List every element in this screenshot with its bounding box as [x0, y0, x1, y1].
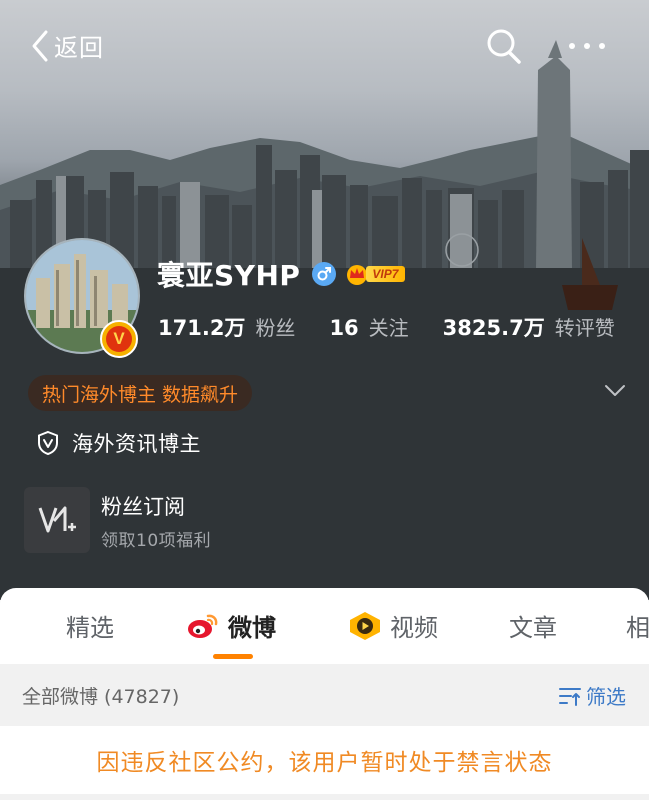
chevron-down-icon[interactable]: [604, 384, 626, 398]
vip-level: VIP7: [366, 266, 406, 282]
v-plus-icon: [38, 506, 76, 533]
stat-label: 转评赞: [554, 316, 615, 340]
shield-icon: [38, 430, 58, 456]
subscription-title[interactable]: 粉丝订阅: [101, 491, 185, 521]
tab-photos[interactable]: 相: [626, 608, 649, 643]
tab-label: 文章: [509, 614, 557, 642]
verified-badge-letter: V: [106, 326, 132, 352]
back-label: 返回: [54, 34, 104, 62]
back-button[interactable]: 返回: [30, 28, 104, 63]
vip-badge[interactable]: VIP7: [346, 263, 406, 285]
profile-stats: 171.2万 粉丝 16 关注 3825.7万 转评赞: [158, 312, 649, 342]
tab-video[interactable]: 视频: [348, 608, 438, 643]
tab-label: 精选: [66, 614, 114, 642]
hot-blogger-tag[interactable]: 热门海外博主 数据飙升: [28, 375, 253, 411]
tab-articles[interactable]: 文章: [509, 608, 557, 643]
stat-value: 171.2万: [158, 316, 246, 340]
tab-label: 微博: [228, 614, 276, 642]
verification-row[interactable]: 海外资讯博主: [36, 428, 201, 458]
more-icon[interactable]: [568, 36, 608, 56]
user-name: 寰亚SYHP: [157, 259, 301, 292]
feed-filter-bar: 全部微博 (47827) 筛选: [0, 664, 649, 726]
filter-icon: [559, 687, 581, 706]
tab-label: 相: [626, 614, 649, 642]
stat-label: 关注: [368, 316, 409, 340]
stat-interactions[interactable]: 3825.7万 转评赞: [443, 312, 615, 342]
fan-subscription-button[interactable]: [24, 487, 90, 553]
weibo-icon: [188, 614, 218, 638]
male-icon: [312, 262, 337, 286]
stat-label: 粉丝: [255, 316, 296, 340]
tab-featured[interactable]: 精选: [66, 608, 114, 643]
crown-icon: [347, 265, 368, 285]
subscription-description: 领取10项福利: [101, 531, 212, 551]
stat-value: 3825.7万: [442, 316, 545, 340]
search-icon[interactable]: [486, 28, 522, 66]
filter-label: 筛选: [586, 685, 626, 709]
profile-tabs: 精选 微博 视频 文章 相: [0, 588, 649, 664]
filter-button[interactable]: 筛选: [558, 681, 626, 710]
ban-notice-text: 因违反社区公约，该用户暂时处于禁言状态: [96, 750, 553, 776]
video-play-icon: [350, 611, 380, 640]
verified-badge: V: [100, 320, 138, 358]
ban-notice: 因违反社区公约，该用户暂时处于禁言状态: [0, 726, 649, 794]
stat-value: 16: [329, 316, 359, 340]
tab-label: 视频: [390, 614, 438, 642]
stat-followers[interactable]: 171.2万 粉丝: [158, 312, 295, 342]
chevron-left-icon: [32, 30, 48, 61]
top-navigation-bar: 返回: [0, 0, 649, 95]
active-tab-indicator: [213, 654, 253, 659]
tab-weibo[interactable]: 微博: [186, 608, 276, 643]
verification-label: 海外资讯博主: [72, 432, 201, 456]
stat-following[interactable]: 16 关注: [329, 312, 408, 341]
name-row: 寰亚SYHP VIP7: [157, 254, 406, 294]
all-weibo-count[interactable]: 全部微博 (47827): [22, 682, 179, 709]
